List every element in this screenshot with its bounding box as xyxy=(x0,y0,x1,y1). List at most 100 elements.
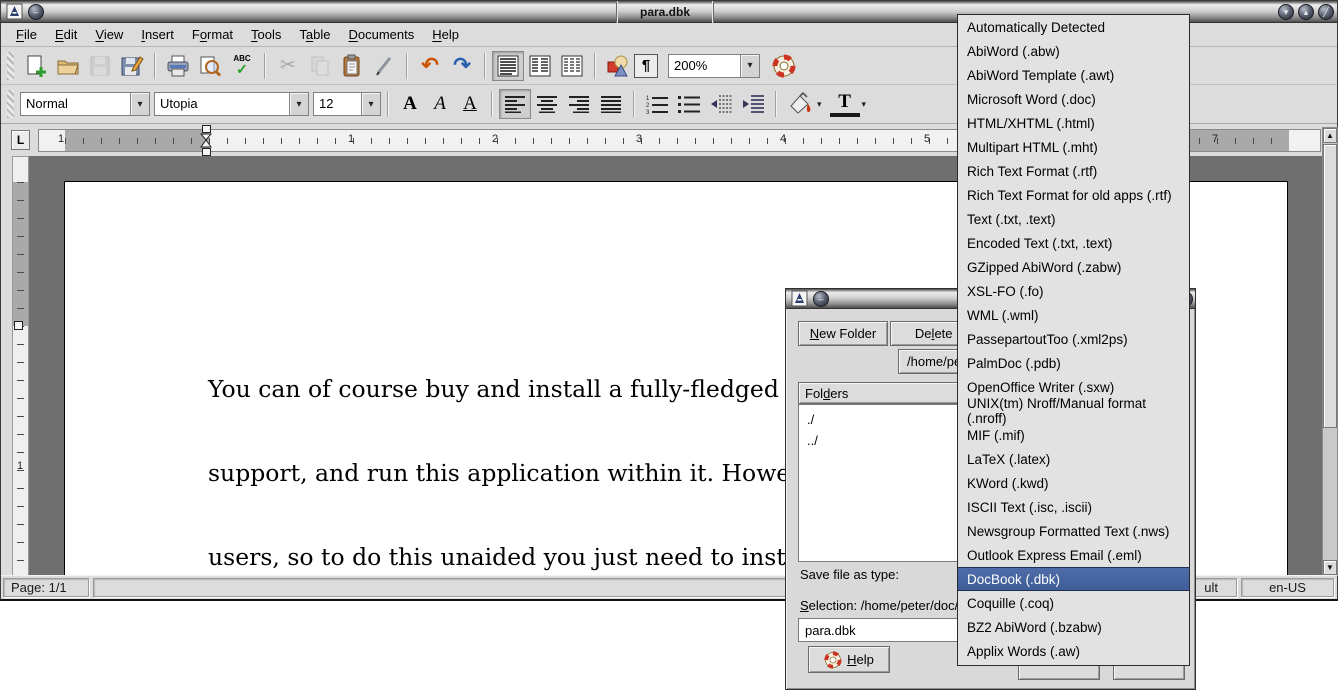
window-menu-button[interactable]: – xyxy=(28,4,44,20)
view-two-columns-button[interactable] xyxy=(524,51,556,81)
format-option[interactable]: XSL-FO (.fo) xyxy=(958,279,1189,303)
format-option[interactable]: AbiWord (.abw) xyxy=(958,39,1189,63)
align-right-button[interactable] xyxy=(563,89,595,119)
menu-edit[interactable]: Edit xyxy=(46,25,86,44)
menu-insert[interactable]: Insert xyxy=(132,25,183,44)
format-option[interactable]: Text (.txt, .text) xyxy=(958,207,1189,231)
format-option[interactable]: LaTeX (.latex) xyxy=(958,447,1189,471)
numbered-list-button[interactable]: 123 xyxy=(641,89,673,119)
decrease-indent-button[interactable] xyxy=(705,89,737,119)
show-formatting-marks-button[interactable]: ¶ xyxy=(634,54,658,78)
redo-button[interactable]: ↷ xyxy=(446,51,478,81)
indent-marker[interactable] xyxy=(199,125,213,156)
folder-list-item[interactable]: ./ xyxy=(799,409,977,430)
copy-button[interactable] xyxy=(304,51,336,81)
size-dropdown-arrow[interactable]: ▾ xyxy=(361,92,381,116)
tab-stop-toggle-button[interactable]: L xyxy=(11,130,30,150)
format-option[interactable]: MIF (.mif) xyxy=(958,423,1189,447)
highlight-color-dropdown-arrow[interactable]: ▾ xyxy=(817,99,822,110)
format-option[interactable]: Rich Text Format (.rtf) xyxy=(958,159,1189,183)
font-dropdown-arrow[interactable]: ▾ xyxy=(289,92,309,116)
font-color-button[interactable]: T xyxy=(830,91,860,117)
format-option[interactable]: Encoded Text (.txt, .text) xyxy=(958,231,1189,255)
font-color-dropdown-arrow[interactable]: ▾ xyxy=(862,99,867,110)
maximize-button[interactable]: ▴ xyxy=(1298,4,1314,20)
cut-button[interactable]: ✂ xyxy=(272,51,304,81)
paste-button[interactable] xyxy=(336,51,368,81)
format-option[interactable]: HTML/XHTML (.html) xyxy=(958,111,1189,135)
zoom-dropdown-arrow[interactable]: ▾ xyxy=(740,54,760,78)
format-option[interactable]: Rich Text Format for old apps (.rtf) xyxy=(958,183,1189,207)
format-option[interactable]: AbiWord Template (.awt) xyxy=(958,63,1189,87)
view-one-column-button[interactable] xyxy=(492,51,524,81)
style-dropdown-arrow[interactable]: ▾ xyxy=(130,92,150,116)
top-margin-marker[interactable] xyxy=(14,321,23,330)
save-as-button[interactable] xyxy=(116,51,148,81)
format-option[interactable]: Newsgroup Formatted Text (.nws) xyxy=(958,519,1189,543)
increase-indent-button[interactable] xyxy=(737,89,769,119)
dialog-help-button[interactable]: Help xyxy=(808,646,890,673)
new-document-button[interactable] xyxy=(20,51,52,81)
folder-list-item[interactable]: ../ xyxy=(799,430,977,451)
new-folder-button[interactable]: New Folder xyxy=(798,321,888,346)
language-indicator[interactable]: en-US xyxy=(1241,578,1334,597)
format-option[interactable]: BZ2 AbiWord (.bzabw) xyxy=(958,615,1189,639)
view-three-columns-button[interactable] xyxy=(556,51,588,81)
help-button[interactable] xyxy=(768,51,800,81)
format-option[interactable]: Automatically Detected xyxy=(958,15,1189,39)
format-option[interactable]: PalmDoc (.pdb) xyxy=(958,351,1189,375)
vertical-scrollbar[interactable]: ▲ ▼ xyxy=(1322,127,1338,576)
format-option[interactable]: Microsoft Word (.doc) xyxy=(958,87,1189,111)
font-select[interactable]: Utopia xyxy=(154,92,289,116)
vertical-ruler[interactable]: 1 xyxy=(12,156,29,576)
folders-list[interactable]: ./../ xyxy=(798,404,978,562)
print-button[interactable] xyxy=(162,51,194,81)
format-option[interactable]: Multipart HTML (.mht) xyxy=(958,135,1189,159)
align-center-button[interactable] xyxy=(531,89,563,119)
insert-shapes-button[interactable] xyxy=(602,51,634,81)
size-select[interactable]: 12 xyxy=(313,92,361,116)
italic-button[interactable]: A xyxy=(425,90,455,118)
open-button[interactable] xyxy=(52,51,84,81)
menu-help[interactable]: Help xyxy=(423,25,468,44)
toolbar-grip[interactable] xyxy=(7,90,14,118)
align-justify-button[interactable] xyxy=(595,89,627,119)
format-option[interactable]: Coquille (.coq) xyxy=(958,591,1189,615)
scroll-down-arrow[interactable]: ▼ xyxy=(1323,560,1337,575)
format-option[interactable]: DocBook (.dbk) xyxy=(958,567,1189,591)
menu-file[interactable]: File xyxy=(7,25,46,44)
format-option[interactable]: Outlook Express Email (.eml) xyxy=(958,543,1189,567)
folders-column-header[interactable]: Folders xyxy=(798,382,978,404)
menu-format[interactable]: Format xyxy=(183,25,242,44)
format-option[interactable]: Applix Words (.aw) xyxy=(958,639,1189,663)
minimize-button[interactable]: ▾ xyxy=(1278,4,1294,20)
menu-table[interactable]: Table xyxy=(290,25,339,44)
scroll-up-arrow[interactable]: ▲ xyxy=(1323,128,1337,143)
print-preview-button[interactable] xyxy=(194,51,226,81)
menu-documents[interactable]: Documents xyxy=(340,25,424,44)
stylus-button[interactable] xyxy=(368,51,400,81)
scrollbar-thumb[interactable] xyxy=(1323,144,1337,428)
format-option[interactable]: WML (.wml) xyxy=(958,303,1189,327)
style-select[interactable]: Normal xyxy=(20,92,130,116)
menu-view[interactable]: View xyxy=(86,25,132,44)
format-option[interactable]: KWord (.kwd) xyxy=(958,471,1189,495)
close-button[interactable]: ╱ xyxy=(1318,4,1334,20)
format-option[interactable]: PassepartoutToo (.xml2ps) xyxy=(958,327,1189,351)
selection-label: Selection: /home/peter/doc/ xyxy=(800,598,958,613)
spellcheck-button[interactable]: ABC ✓ xyxy=(226,51,258,81)
window-menu-button[interactable]: – xyxy=(813,291,829,307)
format-option[interactable]: ISCII Text (.isc, .iscii) xyxy=(958,495,1189,519)
align-left-button[interactable] xyxy=(499,89,531,119)
bold-button[interactable]: A xyxy=(395,90,425,118)
format-option[interactable]: GZipped AbiWord (.zabw) xyxy=(958,255,1189,279)
underline-button[interactable]: A xyxy=(455,90,485,118)
zoom-input[interactable] xyxy=(668,54,740,78)
toolbar-grip[interactable] xyxy=(7,52,14,80)
bullet-list-button[interactable] xyxy=(673,89,705,119)
save-button[interactable] xyxy=(84,51,116,81)
highlight-color-button[interactable] xyxy=(783,89,815,119)
format-option[interactable]: UNIX(tm) Nroff/Manual format (.nroff) xyxy=(958,399,1189,423)
undo-button[interactable]: ↶ xyxy=(414,51,446,81)
menu-tools[interactable]: Tools xyxy=(242,25,290,44)
